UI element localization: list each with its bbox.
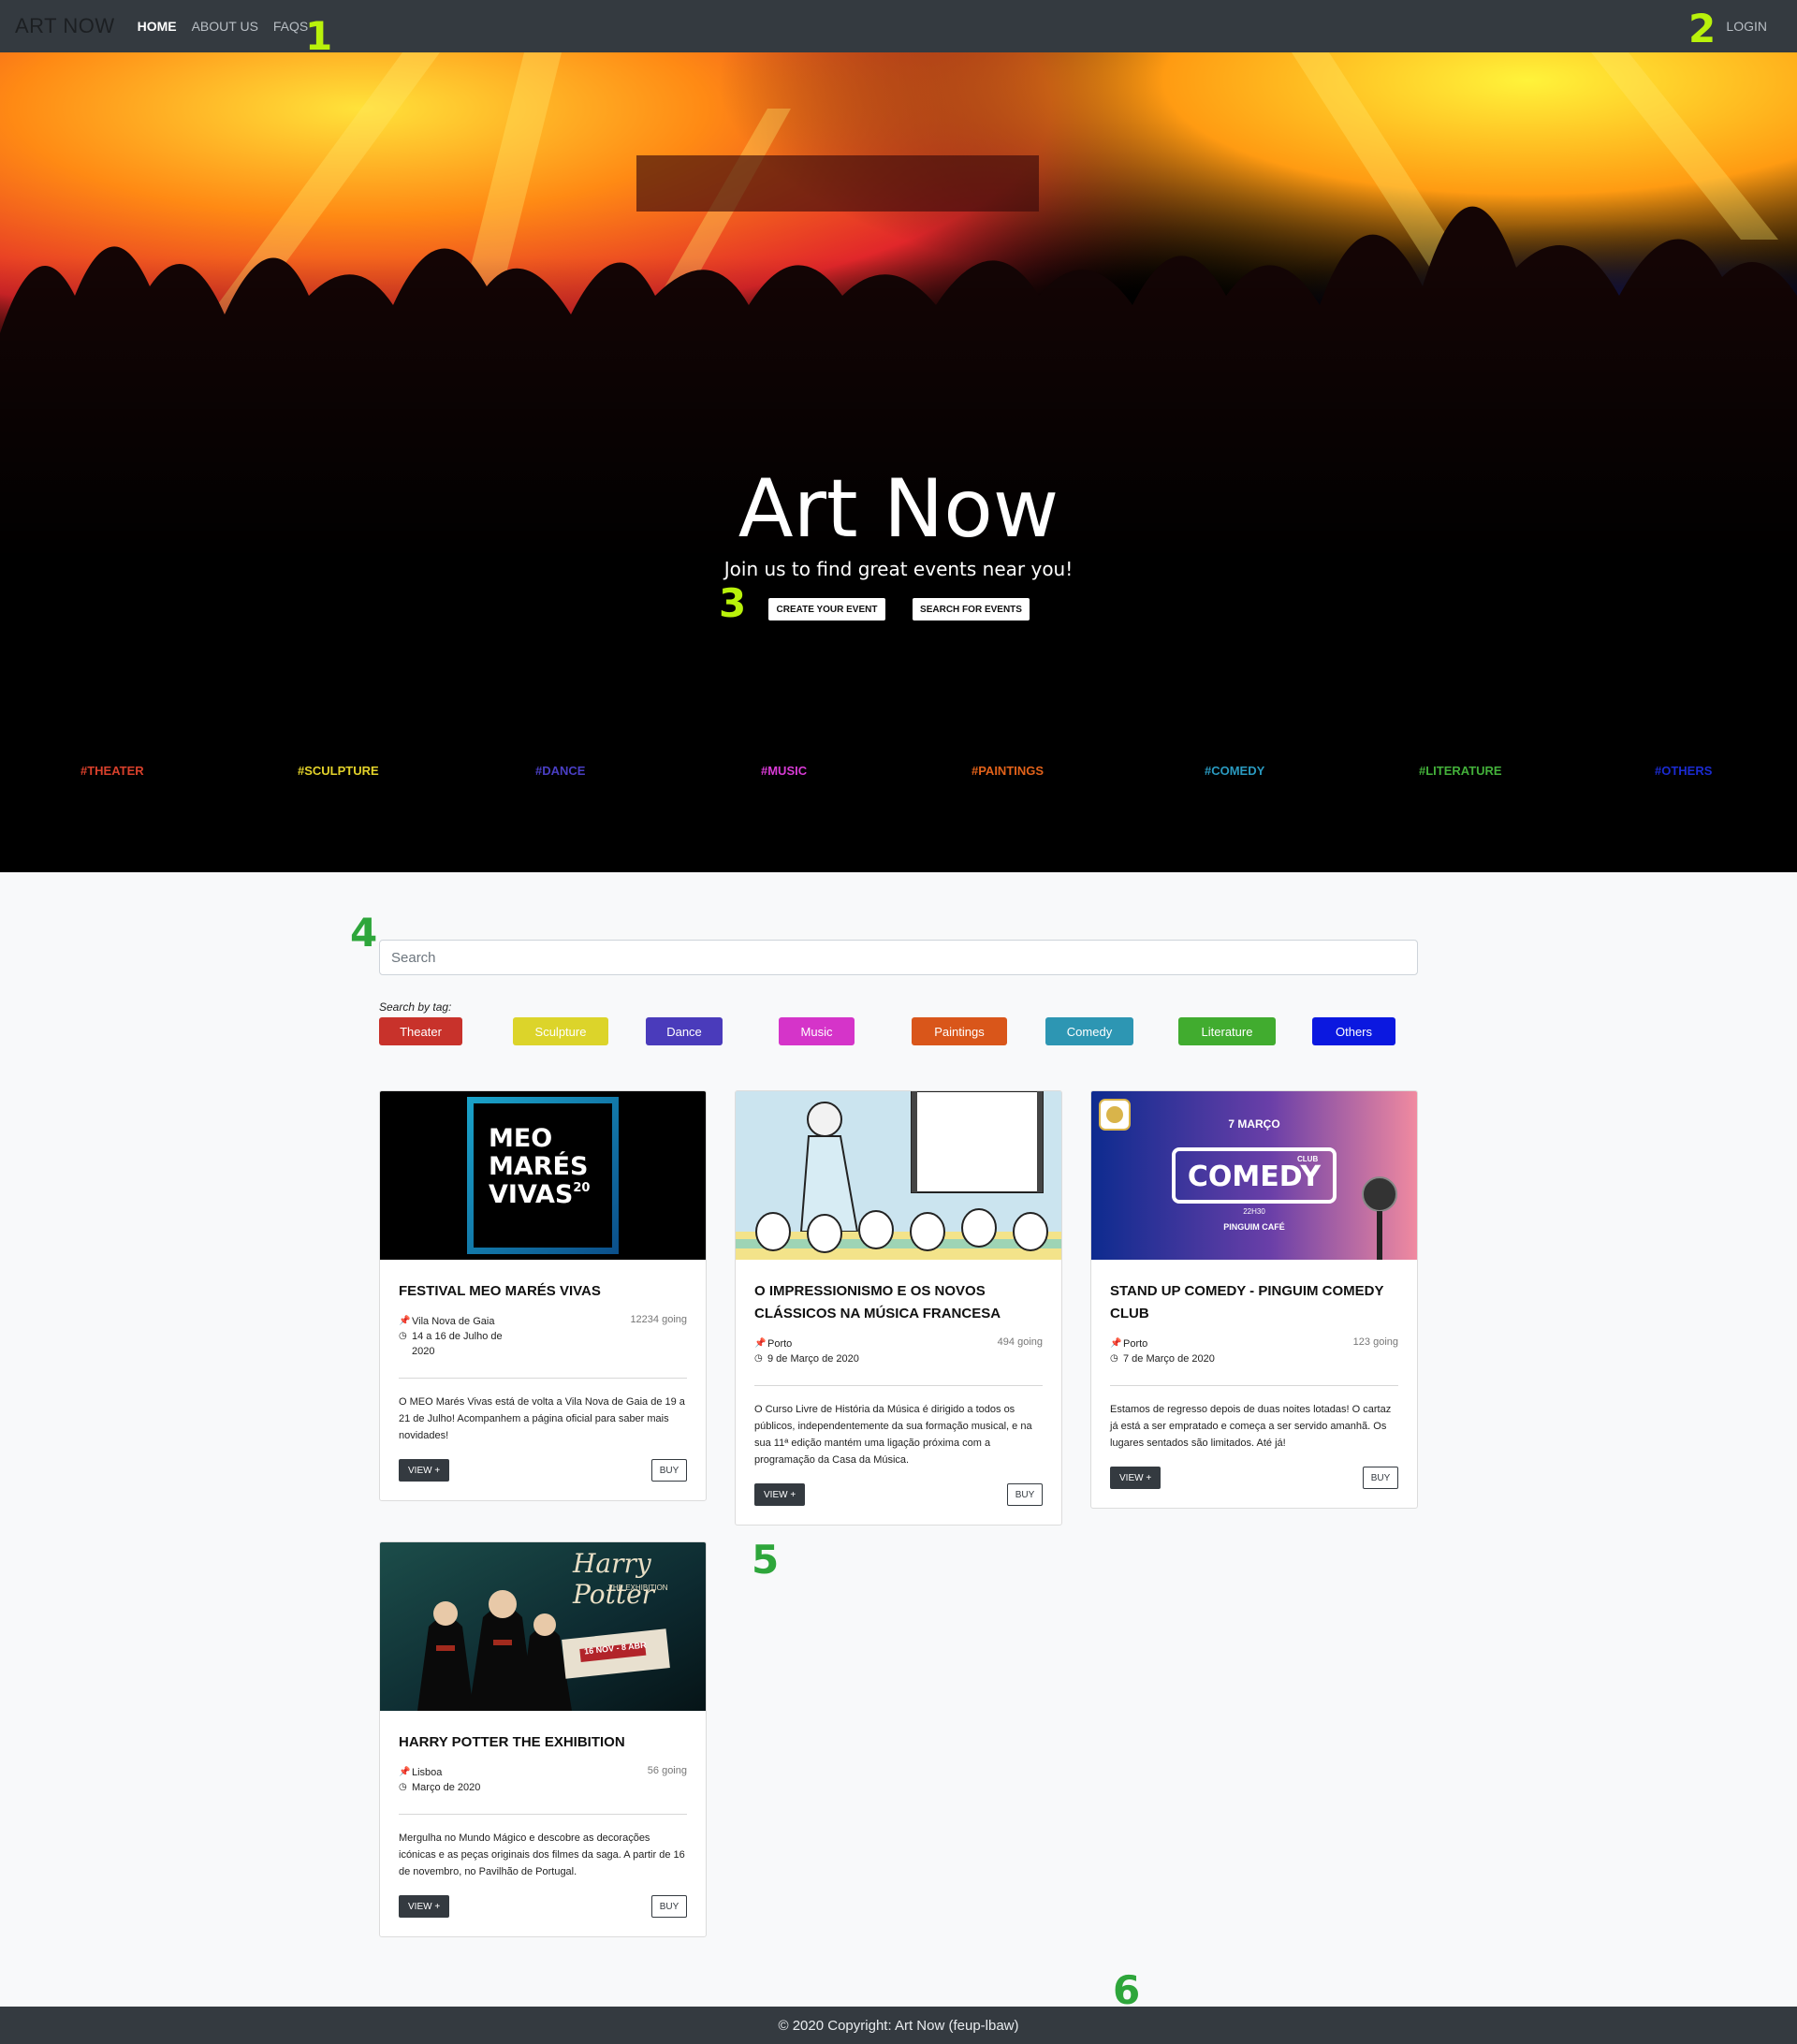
brand-logo[interactable]: ART NOW [15, 14, 115, 38]
hero-tag-others[interactable]: #OTHERS [1655, 764, 1712, 778]
meo-logo-text: MEO [489, 1124, 553, 1153]
event-title: FESTIVAL MEO MARÉS VIVAS [399, 1283, 601, 1299]
login-link[interactable]: LOGIN [1726, 19, 1767, 34]
event-location: Porto [767, 1338, 793, 1350]
search-input[interactable]: Search [379, 940, 1418, 975]
top-navbar: ART NOW HOME ABOUT US FAQS LOGIN [0, 0, 1797, 52]
annotation-marker-2: 2 [1688, 6, 1717, 51]
hero-tag-literature[interactable]: #LITERATURE [1419, 764, 1502, 778]
event-date: Março de 2020 [412, 1782, 481, 1793]
event-location: Lisboa [412, 1767, 443, 1778]
buy-button[interactable]: BUY [1363, 1467, 1398, 1489]
year-text: 20 [573, 1181, 591, 1195]
comedy-date-text: 7 MARÇO [1228, 1117, 1280, 1131]
pin-icon: 📌 [399, 1316, 411, 1326]
event-image-impressionismo[interactable] [736, 1091, 1061, 1260]
going-count: 12234 going [630, 1314, 687, 1325]
clock-icon: ◷ [399, 1782, 407, 1792]
pin-icon: 📌 [754, 1338, 767, 1349]
tag-button-comedy[interactable]: Comedy [1045, 1017, 1133, 1045]
nav-faqs-link[interactable]: FAQS [273, 19, 308, 34]
exhibition-text: THE EXHIBITION [608, 1584, 668, 1592]
hero-title: Art Now [738, 462, 1059, 556]
tag-button-dance[interactable]: Dance [646, 1017, 723, 1045]
buy-button[interactable]: BUY [651, 1895, 687, 1918]
nav-about-link[interactable]: ABOUT US [192, 19, 258, 34]
tag-button-music[interactable]: Music [779, 1017, 855, 1045]
copyright-text: © 2020 Copyright: Art Now (feup-lbaw) [778, 2017, 1019, 2034]
event-date: 9 de Março de 2020 [767, 1353, 859, 1365]
comedy-logo-text: COMEDY [1187, 1161, 1322, 1193]
hero-tag-paintings[interactable]: #PAINTINGS [972, 764, 1044, 778]
event-description: Estamos de regresso depois de duas noite… [1110, 1404, 1392, 1449]
nav-home-link[interactable]: HOME [138, 19, 177, 34]
vivas-text: VIVAS [489, 1180, 574, 1209]
view-button[interactable]: VIEW + [399, 1895, 450, 1918]
annotation-marker-3: 3 [719, 580, 747, 626]
hero-subtitle: Join us to find great events near you! [723, 558, 1074, 580]
hero-tag-theater[interactable]: #THEATER [80, 764, 144, 778]
going-count: 494 going [997, 1336, 1043, 1348]
card-divider [399, 1814, 687, 1815]
event-image-harry-potter[interactable]: Harry Potter THE EXHIBITION 16 NOV - 8 A… [380, 1542, 706, 1711]
view-button[interactable]: VIEW + [399, 1459, 450, 1482]
page-footer: © 2020 Copyright: Art Now (feup-lbaw) [0, 2007, 1797, 2044]
mares-text: MARÉS [489, 1152, 589, 1181]
card-divider [754, 1385, 1043, 1386]
event-date: 14 a 16 de Julho de 2020 [412, 1331, 503, 1357]
clock-icon: ◷ [399, 1331, 407, 1341]
going-count: 56 going [647, 1765, 687, 1776]
view-button[interactable]: VIEW + [1110, 1467, 1161, 1489]
harry-potter-logo-text: Harry Potter [573, 1548, 655, 1610]
event-location: Vila Nova de Gaia [412, 1316, 495, 1327]
buy-button[interactable]: BUY [651, 1459, 687, 1482]
search-events-button[interactable]: SEARCH FOR EVENTS [913, 598, 1030, 620]
event-image-comedy-club[interactable]: 7 MARÇO CLUB COMEDY 22H30 PINGUIM CAFÉ [1091, 1091, 1417, 1260]
tag-button-theater[interactable]: Theater [379, 1017, 462, 1045]
create-event-button[interactable]: CREATE YOUR EVENT [768, 598, 885, 620]
event-image-meo-mares-vivas[interactable]: MEO MARÉS VIVAS 20 [380, 1091, 706, 1260]
event-card[interactable]: 7 MARÇO CLUB COMEDY 22H30 PINGUIM CAFÉ S… [1090, 1090, 1418, 1509]
clock-icon: ◷ [1110, 1353, 1118, 1364]
annotation-marker-5: 5 [752, 1537, 780, 1583]
clock-icon: ◷ [754, 1353, 763, 1364]
event-title: HARRY POTTER THE EXHIBITION [399, 1734, 625, 1750]
annotation-marker-4: 4 [350, 910, 378, 956]
comedy-venue-text: PINGUIM CAFÉ [1223, 1222, 1285, 1232]
comedy-time-text: 22H30 [1243, 1207, 1265, 1216]
search-by-tag-label: Search by tag: [379, 1000, 452, 1014]
view-button[interactable]: VIEW + [754, 1483, 806, 1506]
tag-button-sculpture[interactable]: Sculpture [513, 1017, 608, 1045]
hero-tag-music[interactable]: #MUSIC [761, 764, 807, 778]
card-divider [399, 1378, 687, 1379]
buy-button[interactable]: BUY [1007, 1483, 1043, 1506]
pin-icon: 📌 [1110, 1338, 1122, 1349]
event-description: O MEO Marés Vivas está de volta a Vila N… [399, 1396, 685, 1441]
event-location: Porto [1123, 1338, 1148, 1350]
event-description: Mergulha no Mundo Mágico e descobre as d… [399, 1832, 685, 1877]
tag-button-paintings[interactable]: Paintings [912, 1017, 1007, 1045]
going-count: 123 going [1352, 1336, 1398, 1348]
event-description: O Curso Livre de História da Música é di… [754, 1404, 1032, 1466]
search-placeholder: Search [391, 949, 436, 966]
event-card[interactable]: O IMPRESSIONISMO E OS NOVOS CLÁSSICOS NA… [735, 1090, 1062, 1526]
pin-icon: 📌 [399, 1767, 411, 1777]
event-date: 7 de Março de 2020 [1123, 1353, 1215, 1365]
event-card[interactable]: Harry Potter THE EXHIBITION 16 NOV - 8 A… [379, 1541, 707, 1937]
hero-tag-sculpture[interactable]: #SCULPTURE [298, 764, 379, 778]
card-divider [1110, 1385, 1398, 1386]
tag-button-literature[interactable]: Literature [1178, 1017, 1276, 1045]
hero-tag-comedy[interactable]: #COMEDY [1205, 764, 1264, 778]
tag-button-others[interactable]: Others [1312, 1017, 1395, 1045]
event-title: STAND UP COMEDY - PINGUIM COMEDY CLUB [1110, 1283, 1384, 1321]
hero-tag-dance[interactable]: #DANCE [535, 764, 585, 778]
event-title: O IMPRESSIONISMO E OS NOVOS CLÁSSICOS NA… [754, 1283, 1001, 1321]
hero-banner: Art Now Join us to find great events nea… [0, 52, 1797, 872]
event-card[interactable]: MEO MARÉS VIVAS 20 FESTIVAL MEO MARÉS VI… [379, 1090, 707, 1501]
